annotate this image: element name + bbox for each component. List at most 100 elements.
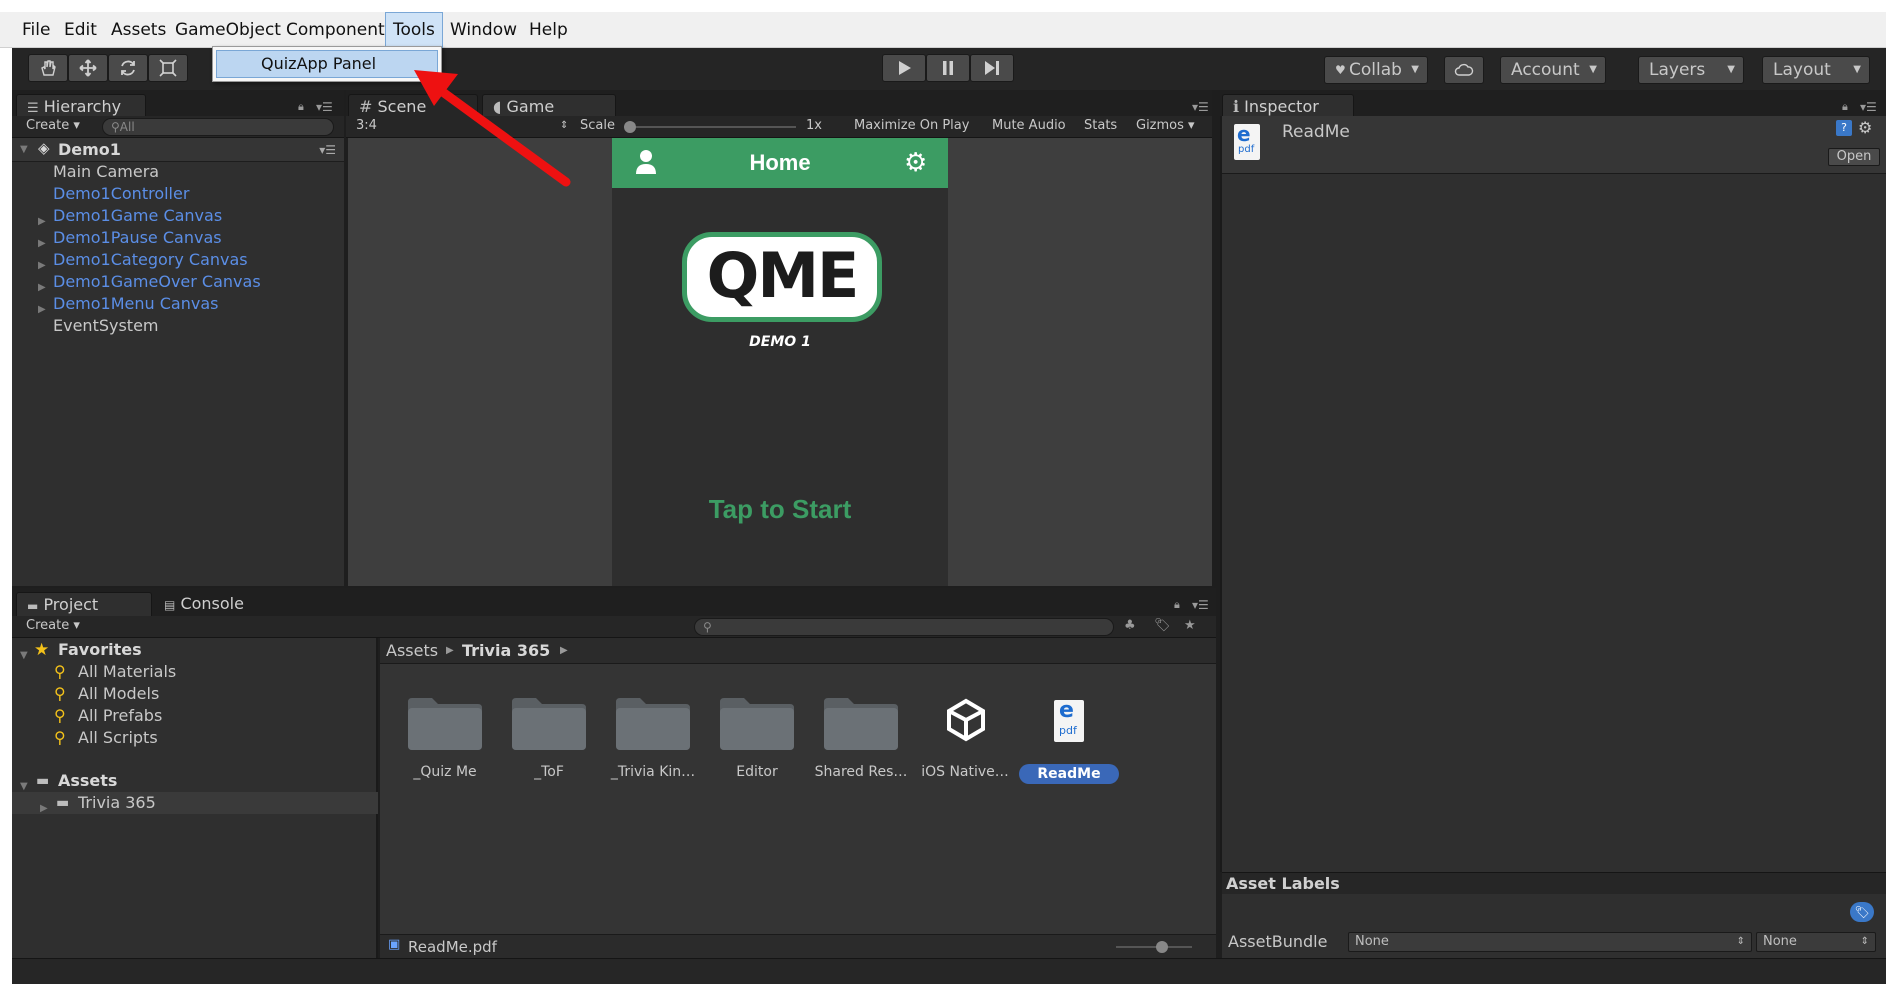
panel-menu-icon[interactable]: ▾☰ [316, 100, 333, 114]
folder-icon[interactable] [406, 694, 484, 750]
play-button[interactable] [882, 54, 926, 82]
folder-icon[interactable] [510, 694, 588, 750]
hierarchy-search-placeholder: All [119, 120, 135, 134]
rotate-tool-button[interactable] [108, 54, 148, 82]
hierarchy-item[interactable]: ▶ Demo1Game Canvas [12, 205, 336, 227]
hierarchy-item[interactable]: ▶ Demo1Pause Canvas [12, 227, 336, 249]
favorites-item[interactable]: ⚲ All Models [12, 683, 336, 705]
scale-tool-button[interactable] [148, 54, 188, 82]
panel-menu-icon[interactable]: ▾☰ [1860, 100, 1877, 114]
hierarchy-item[interactable]: ▶ Demo1Category Canvas [12, 249, 336, 271]
pdf-file-icon[interactable]: e pdf [1054, 698, 1084, 742]
stats-toggle[interactable]: Stats [1084, 116, 1117, 136]
assetbundle-variant-dropdown[interactable]: None ⇕ [1756, 932, 1876, 952]
play-icon [899, 61, 911, 75]
mute-audio-toggle[interactable]: Mute Audio [992, 116, 1066, 136]
settings-gear-icon[interactable]: ⚙ [1858, 118, 1872, 137]
panel-menu-icon[interactable]: ▾☰ [1192, 598, 1209, 612]
icon-size-slider-handle[interactable] [1156, 941, 1168, 953]
lock-icon[interactable]: 🔒︎ [298, 100, 304, 114]
menu-gameobject[interactable]: GameObject [168, 12, 288, 48]
menu-file[interactable]: File [15, 12, 57, 48]
hierarchy-search-input[interactable]: ⚲All [102, 118, 334, 136]
layout-dropdown[interactable]: Layout ▼ [1762, 56, 1870, 84]
favorites-item[interactable]: ⚲ All Scripts [12, 727, 336, 749]
open-button[interactable]: Open [1828, 148, 1880, 166]
layers-dropdown[interactable]: Layers ▼ [1638, 56, 1744, 84]
hierarchy-item[interactable]: EventSystem [12, 315, 336, 337]
scale-slider-handle[interactable] [624, 121, 636, 133]
panel-menu-icon[interactable]: ▾☰ [1192, 100, 1209, 114]
icon-size-slider-track[interactable] [1116, 946, 1192, 948]
filter-label-icon[interactable]: 🏷︎ [1154, 616, 1171, 636]
menu-component[interactable]: Component [279, 12, 392, 48]
inspector-object-name: ReadMe [1282, 122, 1350, 142]
favorites-item[interactable]: ⚲ All Materials [12, 661, 336, 683]
inspector-header: e pdf ReadMe ? ⚙ Open [1222, 116, 1886, 174]
scale-slider-track[interactable] [628, 126, 796, 128]
assets-row[interactable]: ▼ ▬ Assets [12, 770, 336, 792]
menu-edit[interactable]: Edit [57, 12, 104, 48]
hierarchy-item[interactable]: ▶ Demo1Menu Canvas [12, 293, 336, 315]
folder-icon: ▬ [56, 795, 70, 811]
tag-icon[interactable]: 🏷︎ [1850, 902, 1874, 922]
scene-menu-icon[interactable]: ▾☰ [319, 138, 336, 162]
expand-triangle-icon[interactable]: ▼ [20, 144, 28, 155]
step-icon [985, 61, 999, 75]
tap-to-start-text[interactable]: Tap to Start [612, 494, 948, 525]
move-tool-button[interactable] [68, 54, 108, 82]
asset-item-label[interactable]: iOS Native… [915, 764, 1015, 780]
asset-item-label-selected[interactable]: ReadMe [1019, 764, 1119, 784]
collapse-triangle-icon[interactable]: ▶ [40, 798, 48, 820]
menu-window[interactable]: Window [443, 12, 524, 48]
account-dropdown[interactable]: Account ▼ [1500, 56, 1606, 84]
layout-label: Layout [1773, 60, 1831, 80]
assets-child-item[interactable]: ▶ ▬ Trivia 365 [12, 792, 378, 814]
favorites-row[interactable]: ▼ ★ Favorites [12, 639, 336, 661]
star-icon[interactable]: ★ [1184, 616, 1196, 636]
tab-project[interactable]: ▬ Project [16, 592, 152, 618]
hand-icon [41, 60, 56, 76]
account-label: Account [1511, 60, 1580, 80]
hierarchy-item[interactable]: Main Camera [12, 161, 336, 183]
lock-icon[interactable]: 🔒︎ [1842, 100, 1848, 114]
gizmos-dropdown[interactable]: Gizmos ▾ [1136, 116, 1195, 136]
step-button[interactable] [970, 54, 1014, 82]
tab-console[interactable]: ▤ Console [154, 592, 290, 618]
project-create-button[interactable]: Create ▾ [26, 616, 80, 636]
project-search-input[interactable]: ⚲ [694, 618, 1114, 636]
asset-item-label[interactable]: _Quiz Me [395, 764, 495, 780]
filter-type-icon[interactable]: ♣ [1124, 616, 1136, 636]
help-icon[interactable]: ? [1836, 120, 1852, 136]
layers-label: Layers [1649, 60, 1706, 80]
asset-item-label[interactable]: _Trivia Kin… [603, 764, 703, 780]
hand-tool-button[interactable] [28, 54, 68, 82]
folder-icon[interactable] [822, 694, 900, 750]
cloud-button[interactable] [1444, 56, 1484, 84]
asset-item-label[interactable]: Shared Res… [811, 764, 911, 780]
collab-dropdown[interactable]: ♥ Collab ▼ [1324, 56, 1428, 84]
menu-tools[interactable]: Tools [385, 12, 443, 48]
lock-icon[interactable]: 🔒︎ [1174, 598, 1180, 612]
menu-assets[interactable]: Assets [104, 12, 173, 48]
scene-row[interactable]: ▼ ◈ Demo1 ▾☰ [12, 138, 344, 162]
hierarchy-create-button[interactable]: Create ▾ [26, 116, 80, 136]
favorites-item-label: All Models [78, 684, 160, 703]
search-icon: ⚲ [54, 662, 66, 681]
asset-item-label[interactable]: _ToF [499, 764, 599, 780]
hierarchy-item[interactable]: Demo1Controller [12, 183, 336, 205]
menu-help[interactable]: Help [522, 12, 575, 48]
maximize-on-play-toggle[interactable]: Maximize On Play [854, 116, 969, 136]
asset-item-label[interactable]: Editor [707, 764, 807, 780]
folder-icon[interactable] [614, 694, 692, 750]
hierarchy-item[interactable]: ▶ Demo1GameOver Canvas [12, 271, 336, 293]
pause-button[interactable] [926, 54, 970, 82]
breadcrumb-current[interactable]: Trivia 365 [462, 638, 550, 664]
gear-icon[interactable]: ⚙ [904, 149, 927, 177]
pdf-small-icon: ▣ [388, 937, 401, 952]
folder-icon[interactable] [718, 694, 796, 750]
unity-logo-icon[interactable] [944, 698, 988, 742]
favorites-item[interactable]: ⚲ All Prefabs [12, 705, 336, 727]
breadcrumb-root[interactable]: Assets [386, 638, 438, 664]
assetbundle-dropdown[interactable]: None ⇕ [1348, 932, 1752, 952]
